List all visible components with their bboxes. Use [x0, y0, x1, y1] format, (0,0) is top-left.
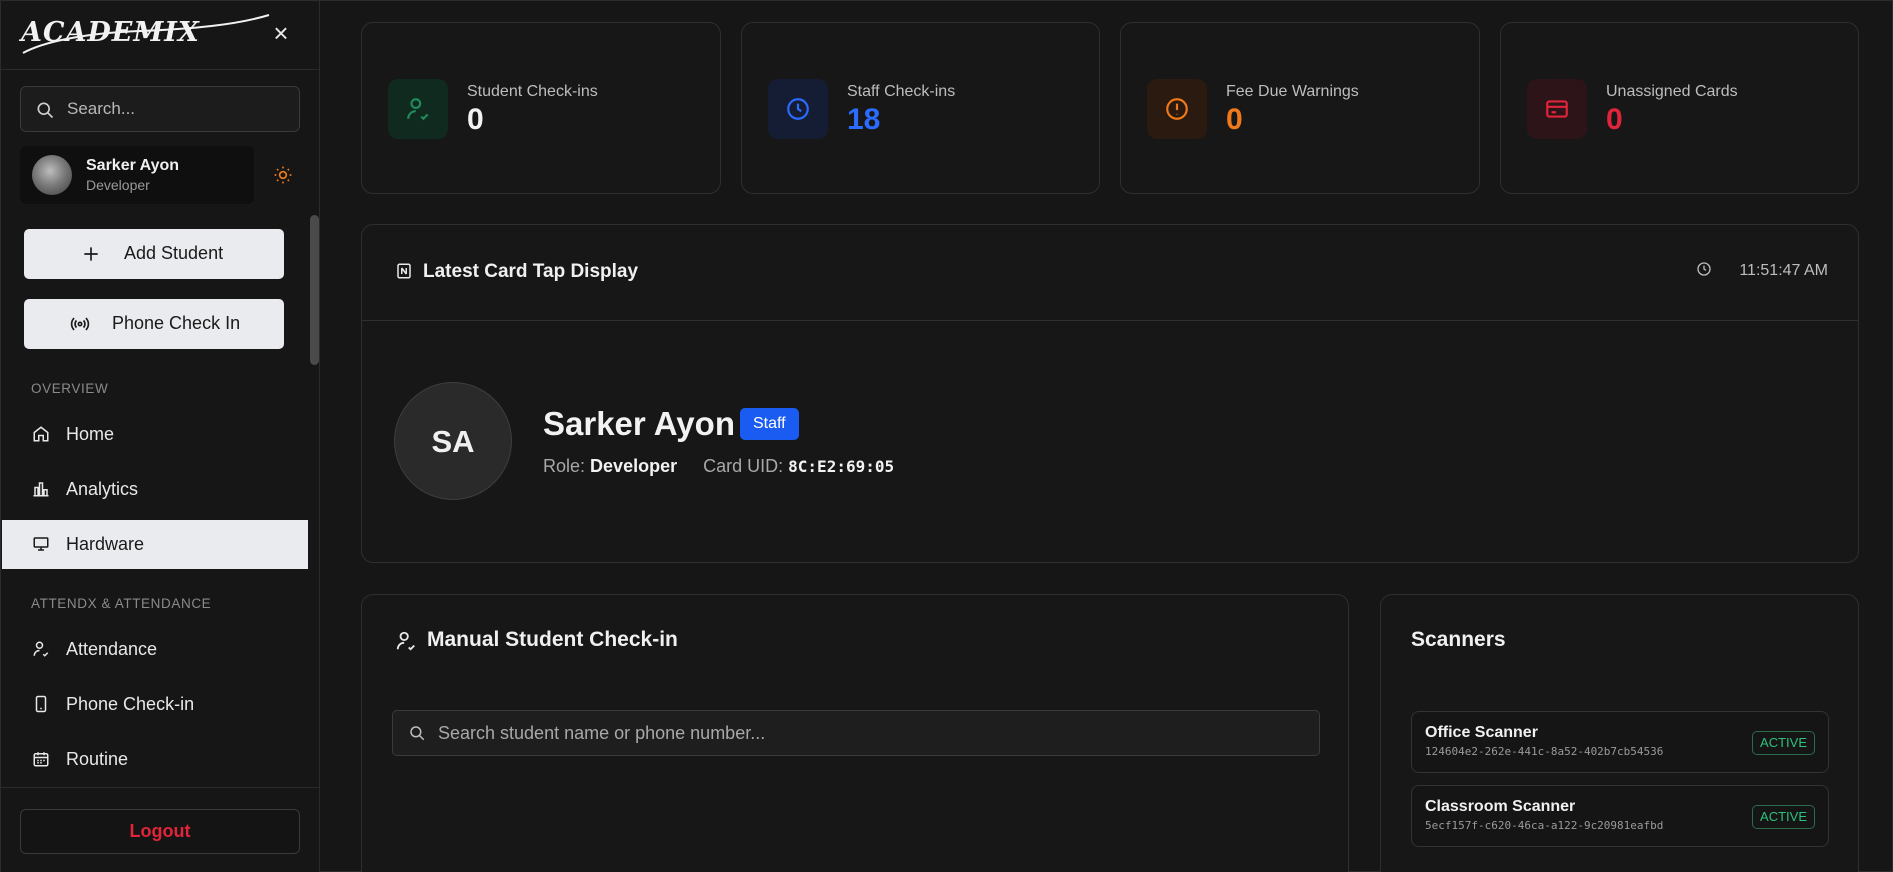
- role-value: Developer: [590, 456, 678, 476]
- stat-card-unassigned-cards: Unassigned Cards 0: [1500, 22, 1859, 194]
- user-role: Developer: [86, 177, 150, 193]
- credit-card-icon: [1546, 100, 1568, 118]
- person-type-badge: Staff: [740, 408, 799, 440]
- latest-tap-title: Latest Card Tap Display: [423, 261, 639, 282]
- scanner-id: 124604e2-262e-441c-8a52-402b7cb54536: [1425, 745, 1664, 758]
- scanner-status-badge: ACTIVE: [1752, 731, 1815, 755]
- stat-title: Staff Check-ins: [847, 83, 956, 100]
- scanner-name: Office Scanner: [1425, 724, 1538, 741]
- card-uid-value: 8C:E2:69:05: [788, 457, 895, 476]
- section-label-attendance: ATTENDX & ATTENDANCE: [31, 596, 212, 611]
- stat-card-student-checkins: Student Check-ins 0: [361, 22, 721, 194]
- nfc-card-icon: [397, 263, 411, 279]
- sidebar-item-phone-check-in[interactable]: Phone Check-in: [2, 680, 308, 729]
- close-sidebar-icon[interactable]: ×: [269, 20, 293, 46]
- sidebar-item-label: Analytics: [66, 479, 139, 499]
- sidebar-item-hardware[interactable]: Hardware: [2, 520, 308, 569]
- smartphone-icon: [35, 695, 47, 713]
- user-profile-card[interactable]: Sarker Ayon Developer: [20, 146, 254, 204]
- stat-icon-box: [768, 79, 828, 139]
- sidebar-item-routine[interactable]: Routine: [2, 735, 308, 784]
- student-search-field[interactable]: [392, 710, 1320, 756]
- stat-value: 0: [467, 103, 484, 136]
- user-check-icon: [407, 98, 429, 121]
- divider: [1, 69, 319, 70]
- scanners-panel: Scanners Office Scanner 124604e2-262e-44…: [1380, 594, 1859, 872]
- stat-icon-box: [1527, 79, 1587, 139]
- sidebar-item-label: Routine: [66, 749, 129, 769]
- scanner-item[interactable]: Office Scanner 124604e2-262e-441c-8a52-4…: [1411, 711, 1829, 773]
- scanner-id: 5ecf157f-c620-46ca-a122-9c20981eafbd: [1425, 819, 1664, 832]
- calendar-icon: [33, 752, 49, 767]
- scanner-status-badge: ACTIVE: [1752, 805, 1815, 829]
- phone-check-in-button[interactable]: Phone Check In: [24, 299, 284, 349]
- sidebar-search[interactable]: [20, 86, 300, 132]
- broadcast-icon: [70, 317, 90, 331]
- sidebar-item-label: Phone Check-in: [66, 694, 195, 714]
- stat-title: Fee Due Warnings: [1226, 83, 1359, 100]
- card-uid-label: Card UID:: [703, 456, 784, 476]
- latest-tap-time: 11:51:47 AM: [1739, 262, 1828, 279]
- sidebar-search-input[interactable]: [67, 87, 287, 131]
- sidebar-item-analytics[interactable]: Analytics: [2, 465, 308, 514]
- brand-logo: ACADEMIX: [21, 17, 200, 48]
- sidebar-item-label: Home: [66, 424, 115, 444]
- user-check-icon: [396, 631, 415, 651]
- phone-check-in-label: Phone Check In: [112, 313, 241, 333]
- sidebar: ACADEMIX × Sarker Ayon Developer Add Stu…: [1, 1, 320, 872]
- stat-value: 0: [1226, 103, 1243, 136]
- stat-icon-box: [1147, 79, 1207, 139]
- theme-toggle-sun-icon[interactable]: [273, 165, 293, 185]
- stat-card-fee-due-warnings: Fee Due Warnings 0: [1120, 22, 1480, 194]
- avatar: [32, 155, 72, 195]
- sidebar-scrollbar[interactable]: [310, 215, 319, 365]
- clock-icon: [787, 98, 809, 120]
- stat-card-staff-checkins: Staff Check-ins 18: [741, 22, 1100, 194]
- home-icon: [33, 426, 49, 442]
- sidebar-item-home[interactable]: Home: [2, 410, 308, 459]
- scanners-title: Scanners: [1411, 628, 1506, 651]
- bar-chart-icon: [33, 482, 49, 497]
- clock-icon: [1697, 262, 1711, 276]
- sidebar-item-label: Attendance: [66, 639, 158, 659]
- user-check-icon: [33, 641, 49, 657]
- stat-value: 0: [1606, 103, 1623, 136]
- user-name: Sarker Ayon: [86, 157, 180, 174]
- logout-button[interactable]: Logout: [20, 809, 300, 854]
- add-student-button[interactable]: Add Student: [24, 229, 284, 279]
- role-label: Role:: [543, 456, 586, 476]
- sidebar-item-label: Hardware: [66, 534, 145, 554]
- stat-value: 18: [847, 103, 881, 136]
- manual-checkin-panel: Manual Student Check-in: [361, 594, 1349, 872]
- add-student-label: Add Student: [124, 243, 224, 263]
- search-icon: [37, 102, 54, 119]
- scanner-name: Classroom Scanner: [1425, 798, 1576, 815]
- brand-row: ACADEMIX ×: [21, 13, 301, 57]
- person-name: Sarker Ayon: [543, 405, 735, 442]
- app-window: ACADEMIX × Sarker Ayon Developer Add Stu…: [0, 0, 1893, 872]
- manual-checkin-title: Manual Student Check-in: [427, 628, 678, 651]
- plus-icon: [84, 247, 98, 261]
- student-search-input[interactable]: [438, 711, 1298, 755]
- person-meta: Role: Developer Card UID: 8C:E2:69:05: [543, 456, 894, 477]
- scanner-item[interactable]: Classroom Scanner 5ecf157f-c620-46ca-a12…: [1411, 785, 1829, 847]
- stat-title: Unassigned Cards: [1606, 83, 1738, 100]
- stat-title: Student Check-ins: [467, 83, 598, 100]
- alert-circle-icon: [1166, 98, 1188, 120]
- sidebar-item-attendance[interactable]: Attendance: [2, 625, 308, 674]
- monitor-icon: [33, 537, 49, 551]
- search-icon: [410, 726, 425, 741]
- stat-icon-box: [388, 79, 448, 139]
- latest-card-tap-panel: Latest Card Tap Display 11:51:47 AM SA S…: [361, 224, 1859, 563]
- person-initials-avatar: SA: [394, 382, 512, 500]
- section-label-overview: OVERVIEW: [31, 381, 109, 396]
- divider: [1, 787, 319, 788]
- divider: [362, 320, 1858, 321]
